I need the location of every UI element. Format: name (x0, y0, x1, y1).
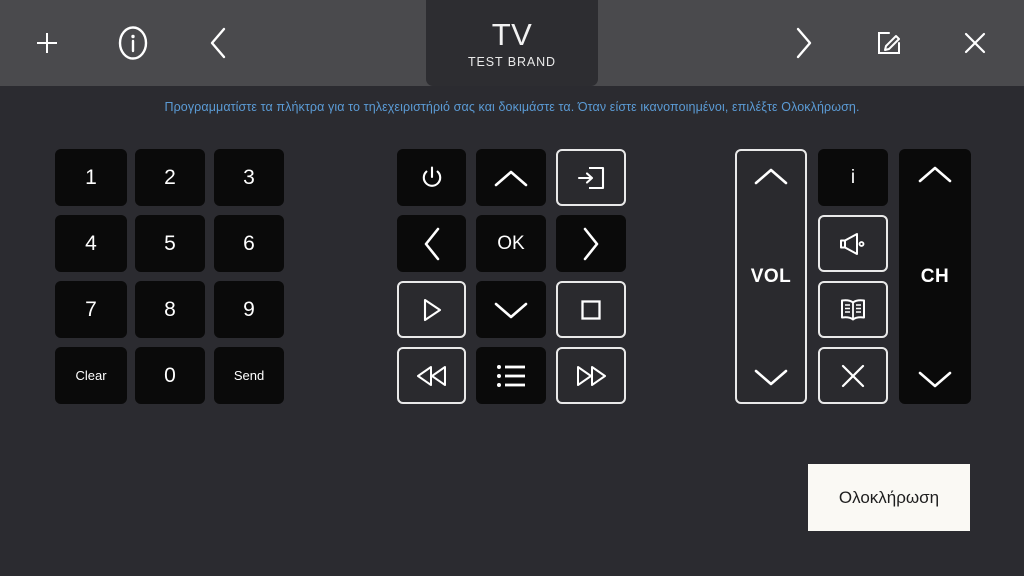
info-button[interactable]: i (818, 149, 888, 206)
edit-icon[interactable] (860, 14, 918, 72)
chevron-right-icon (580, 226, 602, 262)
fast-forward-icon (573, 363, 609, 389)
guide-book-icon (838, 297, 868, 323)
mute-speaker-icon (837, 231, 869, 257)
key-6[interactable]: 6 (214, 215, 284, 272)
power-button[interactable] (397, 149, 466, 206)
close-x-icon (839, 362, 867, 390)
key-4[interactable]: 4 (55, 215, 127, 272)
chevron-down-icon (917, 368, 953, 390)
chevron-up-icon (493, 167, 529, 189)
ok-button[interactable]: OK (476, 215, 546, 272)
stop-button[interactable] (556, 281, 626, 338)
device-tab-tv[interactable]: TV TEST BRAND (426, 0, 598, 86)
tab-title: TV (491, 16, 533, 52)
key-8[interactable]: 8 (135, 281, 205, 338)
app-header: TV TEST BRAND (0, 0, 1024, 86)
power-icon (418, 164, 446, 192)
header-left-actions (0, 14, 248, 72)
key-5[interactable]: 5 (135, 215, 205, 272)
nav-up-button[interactable] (476, 149, 546, 206)
fast-forward-button[interactable] (556, 347, 626, 404)
menu-button[interactable] (476, 347, 546, 404)
add-icon[interactable] (18, 14, 76, 72)
exit-button[interactable] (818, 347, 888, 404)
chevron-up-icon (917, 163, 953, 185)
volume-label: VOL (750, 265, 792, 287)
chevron-left-icon[interactable] (190, 14, 248, 72)
key-0[interactable]: 0 (135, 347, 205, 404)
key-3[interactable]: 3 (214, 149, 284, 206)
key-1[interactable]: 1 (55, 149, 127, 206)
key-clear[interactable]: Clear (55, 347, 127, 404)
stop-icon (578, 297, 604, 323)
tab-subtitle: TEST BRAND (468, 54, 556, 69)
volume-rocker[interactable]: VOL (735, 149, 807, 404)
finish-button[interactable]: Ολοκλήρωση (808, 464, 970, 531)
channel-label: CH (920, 265, 950, 287)
chevron-right-icon[interactable] (774, 14, 832, 72)
close-icon[interactable] (946, 14, 1004, 72)
channel-rocker[interactable]: CH (899, 149, 971, 404)
nav-right-button[interactable] (556, 215, 626, 272)
key-2[interactable]: 2 (135, 149, 205, 206)
instruction-text: Προγραμματίστε τα πλήκτρα για το τηλεχει… (164, 100, 860, 114)
key-7[interactable]: 7 (55, 281, 127, 338)
remote-control-area: 1 2 3 4 5 6 7 8 9 Clear 0 Send OK VOL i … (0, 114, 1024, 414)
nav-down-button[interactable] (476, 281, 546, 338)
chevron-up-icon (753, 165, 789, 187)
chevron-left-icon (421, 226, 443, 262)
play-button[interactable] (397, 281, 466, 338)
info-icon: i (850, 166, 856, 188)
menu-list-icon (495, 363, 527, 389)
chevron-down-icon (493, 299, 529, 321)
header-right-actions (774, 14, 1024, 72)
input-source-button[interactable] (556, 149, 626, 206)
input-source-icon (576, 165, 606, 191)
nav-left-button[interactable] (397, 215, 466, 272)
key-send[interactable]: Send (214, 347, 284, 404)
rewind-button[interactable] (397, 347, 466, 404)
rewind-icon (414, 363, 450, 389)
info-circle-icon[interactable] (104, 14, 162, 72)
guide-button[interactable] (818, 281, 888, 338)
chevron-down-icon (753, 366, 789, 388)
play-icon (419, 296, 445, 324)
key-9[interactable]: 9 (214, 281, 284, 338)
mute-button[interactable] (818, 215, 888, 272)
